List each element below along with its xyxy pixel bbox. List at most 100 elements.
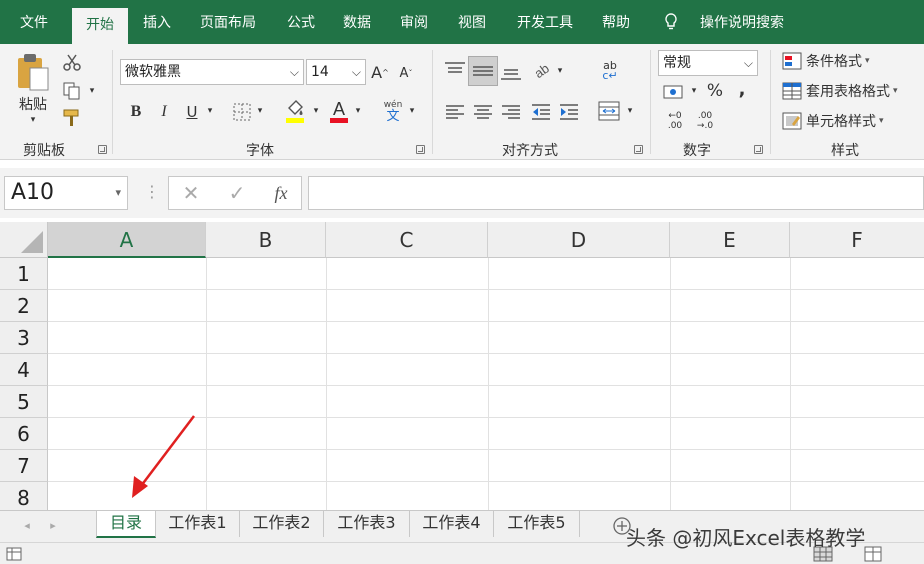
insert-function-button[interactable]: fx [267, 181, 295, 205]
tab-help[interactable]: 帮助 [592, 0, 640, 44]
borders-icon[interactable] [232, 102, 252, 122]
group-divider [432, 50, 433, 154]
row-header-4[interactable]: 4 [0, 354, 48, 386]
tab-page-layout[interactable]: 页面布局 [190, 0, 266, 44]
paste-button[interactable]: 粘贴 [12, 94, 54, 114]
decrease-indent-icon[interactable] [530, 102, 552, 122]
fill-color-dropdown-arrow[interactable]: ▾ [310, 104, 322, 118]
row-header-7[interactable]: 7 [0, 450, 48, 482]
phonetic-guide-button[interactable]: wén 文 [382, 98, 404, 124]
decrease-decimal-button[interactable]: .00 →.0 [692, 110, 718, 132]
format-as-table-icon[interactable] [782, 82, 802, 100]
align-bottom-icon[interactable] [500, 62, 522, 82]
row-header-5[interactable]: 5 [0, 386, 48, 418]
column-header-e[interactable]: E [670, 222, 790, 258]
formula-input[interactable] [308, 176, 924, 210]
name-box[interactable]: A10 ▾ [4, 176, 128, 210]
column-header-f[interactable]: F [790, 222, 924, 258]
column-header-b[interactable]: B [206, 222, 326, 258]
format-as-table-button[interactable]: 套用表格格式 ▾ [806, 80, 898, 102]
copy-dropdown-arrow[interactable]: ▾ [86, 84, 98, 98]
align-left-icon[interactable] [444, 102, 466, 122]
tab-view[interactable]: 视图 [448, 0, 496, 44]
bold-button[interactable]: B [126, 100, 146, 124]
column-header-c[interactable]: C [326, 222, 488, 258]
percent-style-button[interactable]: % [704, 80, 726, 102]
sheet-tab-4[interactable]: 工作表4 [410, 511, 494, 537]
column-header-d[interactable]: D [488, 222, 670, 258]
sheet-tab-contents[interactable]: 目录 [96, 511, 156, 538]
ribbon-home: 粘贴 ▾ ▾ 剪贴板 微软雅黑 ⌵ 14 ⌵ A ^ Aˇ B I U ▾ ▾ … [0, 44, 924, 160]
font-size-select[interactable]: 14 ⌵ [306, 59, 366, 85]
tab-formulas[interactable]: 公式 [278, 0, 324, 44]
sheet-tab-1[interactable]: 工作表1 [156, 511, 240, 537]
borders-dropdown-arrow[interactable]: ▾ [254, 104, 266, 118]
align-center-icon[interactable] [472, 102, 494, 122]
paste-icon[interactable] [14, 52, 52, 94]
font-color-icon[interactable]: A [328, 98, 350, 124]
select-all-button[interactable] [0, 222, 48, 258]
cut-icon[interactable] [62, 54, 82, 72]
tab-insert[interactable]: 插入 [134, 0, 180, 44]
tab-file[interactable]: 文件 [8, 0, 60, 44]
paste-dropdown-arrow[interactable]: ▾ [26, 114, 40, 126]
number-format-select[interactable]: 常规 ⌵ [658, 50, 758, 76]
number-dialog-launcher[interactable] [754, 145, 763, 154]
sheet-tab-5[interactable]: 工作表5 [494, 511, 580, 537]
sheet-tab-3[interactable]: 工作表3 [324, 511, 410, 537]
tell-me-search[interactable]: 操作说明搜索 [690, 0, 794, 44]
tab-home[interactable]: 开始 [72, 8, 128, 44]
format-painter-icon[interactable] [62, 108, 84, 128]
orientation-dropdown-arrow[interactable]: ▾ [554, 64, 566, 78]
tab-data[interactable]: 数据 [334, 0, 380, 44]
orientation-icon[interactable]: ab [532, 58, 554, 80]
accounting-format-icon[interactable] [662, 82, 686, 102]
merge-dropdown-arrow[interactable]: ▾ [624, 104, 636, 118]
row-header-3[interactable]: 3 [0, 322, 48, 354]
conditional-formatting-button[interactable]: 条件格式 ▾ [806, 50, 870, 72]
formula-bar-grip[interactable]: ⋮ [144, 182, 160, 204]
phonetic-dropdown-arrow[interactable]: ▾ [406, 104, 418, 118]
font-dialog-launcher[interactable] [416, 145, 425, 154]
align-right-icon[interactable] [500, 102, 522, 122]
fill-color-icon[interactable] [284, 98, 306, 124]
row-header-6[interactable]: 6 [0, 418, 48, 450]
cell-styles-icon[interactable] [782, 112, 802, 130]
font-name-select[interactable]: 微软雅黑 ⌵ [120, 59, 304, 85]
accounting-dropdown-arrow[interactable]: ▾ [688, 84, 700, 98]
cancel-entry-button[interactable]: ✕ [177, 181, 205, 205]
excel-window: 文件 开始 插入 页面布局 公式 数据 审阅 视图 开发工具 帮助 操作说明搜索… [0, 0, 924, 564]
comma-style-button[interactable]: , [734, 78, 750, 100]
row-header-1[interactable]: 1 [0, 258, 48, 290]
confirm-entry-button[interactable]: ✓ [223, 181, 251, 205]
wrap-text-button[interactable]: ab c↵ [598, 58, 622, 84]
clipboard-dialog-launcher[interactable] [98, 145, 107, 154]
decrease-font-size-button[interactable]: Aˇ [396, 64, 416, 82]
align-top-icon[interactable] [444, 60, 466, 80]
merge-center-icon[interactable] [598, 100, 620, 122]
increase-indent-icon[interactable] [558, 102, 580, 122]
group-divider [112, 50, 113, 154]
italic-button[interactable]: I [154, 100, 174, 124]
align-middle-button[interactable] [468, 56, 498, 86]
tab-developer[interactable]: 开发工具 [506, 0, 584, 44]
scroll-sheets-left-icon[interactable]: ◂ [20, 517, 34, 533]
underline-button[interactable]: U [182, 100, 202, 124]
increase-decimal-button[interactable]: ←0 .00 [662, 110, 688, 132]
scroll-sheets-right-icon[interactable]: ▸ [46, 517, 60, 533]
sheet-tab-2[interactable]: 工作表2 [240, 511, 324, 537]
chevron-down-icon: ▾ [115, 186, 121, 199]
underline-dropdown-arrow[interactable]: ▾ [204, 104, 216, 118]
copy-icon[interactable] [62, 82, 82, 100]
svg-text:ab: ab [532, 61, 552, 80]
column-header-a[interactable]: A [48, 222, 206, 258]
conditional-formatting-icon[interactable] [782, 52, 802, 70]
increase-font-size-button[interactable]: A ^ [370, 62, 390, 82]
cell-styles-button[interactable]: 单元格样式 ▾ [806, 110, 884, 132]
font-color-dropdown-arrow[interactable]: ▾ [352, 104, 364, 118]
macro-record-icon[interactable] [6, 547, 22, 561]
row-header-2[interactable]: 2 [0, 290, 48, 322]
chevron-down-icon: ⌵ [351, 65, 361, 79]
alignment-dialog-launcher[interactable] [634, 145, 643, 154]
tab-review[interactable]: 审阅 [390, 0, 438, 44]
